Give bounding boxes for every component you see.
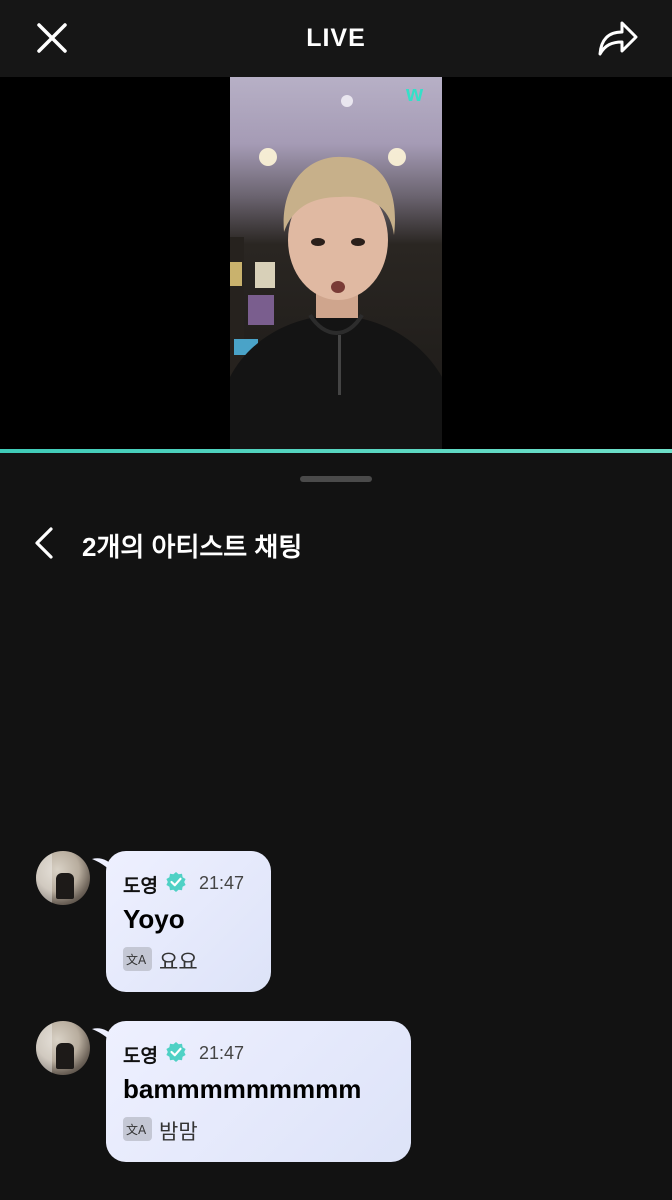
share-icon [598,21,638,56]
chat-title: 2개의 아티스트 채팅 [82,532,303,562]
verified-badge-icon [166,872,186,892]
message-bubble[interactable]: 도영 21:47 bammmmmmmmm 文A 밤맘 [106,1021,411,1162]
avatar[interactable] [36,1021,90,1075]
avatar[interactable] [36,851,90,905]
sender-name: 도영 [123,876,158,897]
translated-text: 밤맘 [159,1121,198,1144]
translate-icon[interactable]: 文A [123,947,152,971]
video-player[interactable]: w [0,77,672,449]
video-content: w [230,81,442,449]
chevron-left-icon [35,527,53,559]
message-text: Yoyo [123,904,185,934]
live-video-frame: w [230,77,442,449]
message-time: 21:47 [199,1043,245,1063]
share-button[interactable] [594,16,640,60]
back-button[interactable] [30,525,60,561]
verified-badge-icon [166,1042,186,1062]
progress-fill [0,449,672,453]
top-bar: LIVE [0,0,672,77]
translated-text: 요요 [159,951,198,974]
live-progress-bar [0,449,672,453]
sender-name: 도영 [123,1046,158,1067]
sheet-drag-handle[interactable] [300,476,372,482]
page-title: LIVE [306,24,366,52]
message-text: bammmmmmmmm [123,1074,362,1104]
weverse-watermark: w [405,81,424,106]
svg-text:文A: 文A [126,1122,147,1137]
translate-icon[interactable]: 文A [123,1117,152,1141]
message-bubble[interactable]: 도영 21:47 Yoyo 文A 요요 [106,851,271,992]
message-time: 21:47 [199,873,245,893]
svg-text:文A: 文A [126,952,147,967]
